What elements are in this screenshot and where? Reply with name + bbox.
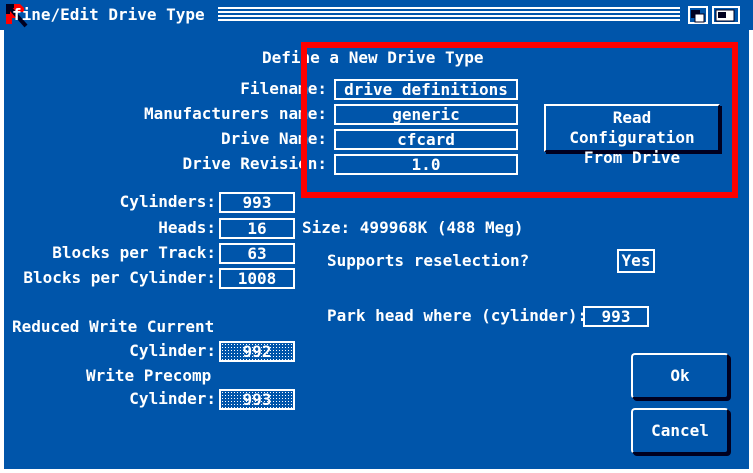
title-bar[interactable]: fine/Edit Drive Type: [0, 0, 753, 30]
define-edit-drive-window: fine/Edit Drive Type Define a New Drive …: [0, 0, 753, 473]
reselection-toggle[interactable]: Yes: [617, 249, 655, 273]
reduced-cylinder-field[interactable]: 992: [219, 341, 295, 362]
cylinders-field[interactable]: 993: [219, 192, 295, 213]
window-title: fine/Edit Drive Type: [12, 5, 205, 24]
drive-name-label: Drive Name:: [221, 129, 327, 148]
title-drag-bar[interactable]: [218, 7, 680, 23]
heads-field[interactable]: 16: [219, 218, 295, 239]
heads-label: Heads:: [158, 218, 216, 237]
park-label: Park head where (cylinder):: [327, 306, 588, 325]
cylinders-label: Cylinders:: [119, 192, 216, 211]
write-precomp-label: Write Precomp: [86, 366, 212, 385]
reduced-write-label: Reduced Write Current: [12, 317, 215, 336]
precomp-cylinder-field[interactable]: 993: [219, 389, 295, 410]
manufacturer-label: Manufacturers name:: [143, 104, 327, 123]
size-readout: Size: 499968K (488 Meg): [302, 218, 524, 237]
cancel-button[interactable]: Cancel: [631, 408, 729, 454]
blocks-per-track-field[interactable]: 63: [219, 243, 295, 264]
ok-button[interactable]: Ok: [631, 353, 729, 399]
reduced-cylinder-label: Cylinder:: [129, 341, 216, 360]
blocks-per-track-label: Blocks per Track:: [52, 243, 216, 262]
highlight-box: [301, 42, 738, 198]
filename-label: Filename:: [240, 79, 327, 98]
blocks-per-cylinder-field[interactable]: 1008: [219, 268, 295, 289]
depth-icon: [691, 10, 705, 23]
zoom-icon: [715, 9, 735, 22]
park-field[interactable]: 993: [583, 306, 649, 327]
revision-label: Drive Revision:: [182, 154, 328, 173]
precomp-cylinder-label: Cylinder:: [129, 389, 216, 408]
blocks-per-cylinder-label: Blocks per Cylinder:: [23, 268, 216, 287]
reselection-label: Supports reselection?: [327, 251, 530, 270]
depth-back-gadget[interactable]: [688, 6, 708, 24]
depth-front-gadget[interactable]: [712, 6, 740, 24]
